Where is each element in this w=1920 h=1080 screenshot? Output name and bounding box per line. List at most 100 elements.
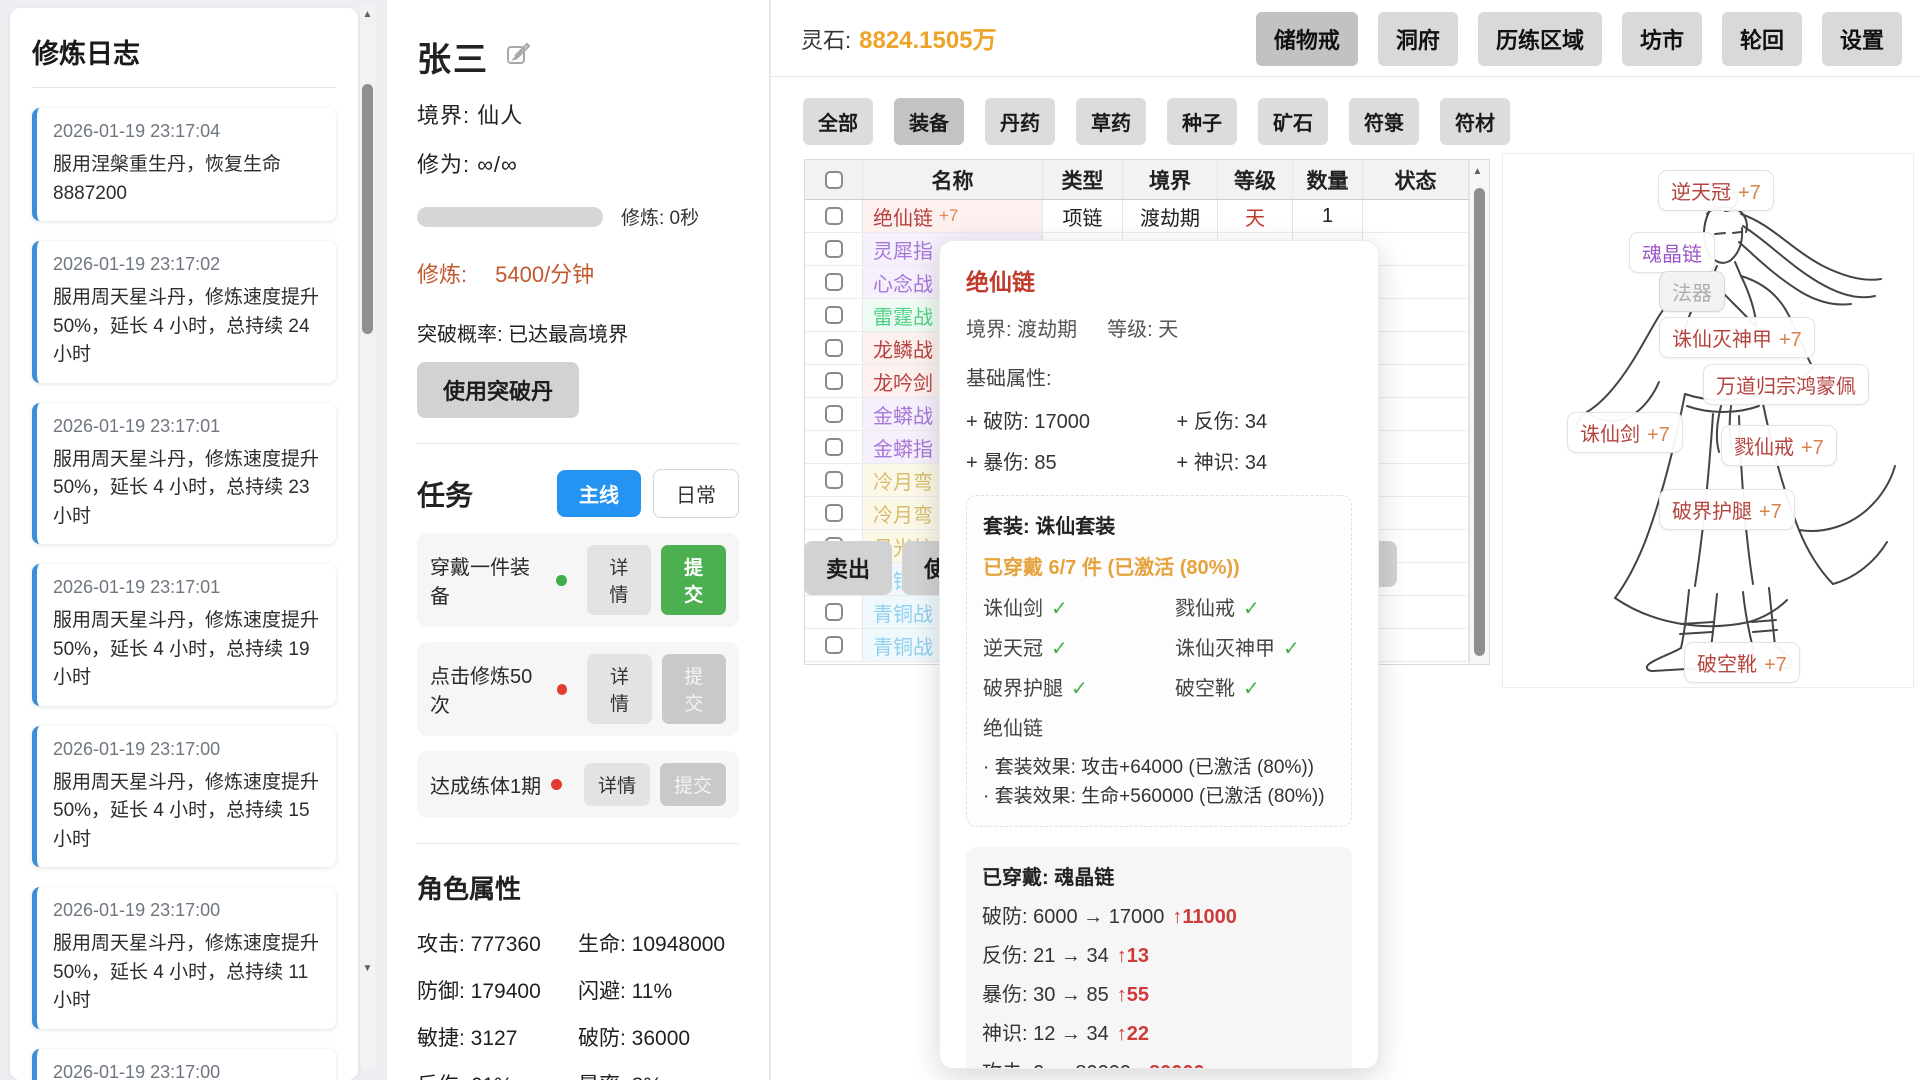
equip-enhance-level: +7: [1764, 654, 1787, 676]
equip-label-诛仙剑[interactable]: 诛仙剑+7: [1567, 412, 1683, 453]
task-detail-button[interactable]: 详情: [587, 654, 651, 724]
compare-stat: 破防: 6000 → 17000: [982, 906, 1164, 928]
tooltip-base-stats: + 破防: 17000+ 反伤: 34+ 暴伤: 85+ 神识: 34: [966, 405, 1352, 475]
equip-label-法器[interactable]: 法器: [1659, 271, 1725, 312]
filter-button-全部[interactable]: 全部: [803, 98, 873, 145]
row-checkbox[interactable]: [825, 306, 843, 324]
equip-enhance-level: +7: [1759, 501, 1782, 523]
nav-button-历练区域[interactable]: 历练区域: [1478, 12, 1602, 66]
log-entry-time: 2026-01-19 23:17:02: [53, 254, 320, 275]
equip-enhance-level: +7: [1738, 182, 1761, 204]
equip-label-text: 破界护腿: [1672, 501, 1752, 523]
row-checkbox[interactable]: [825, 603, 843, 621]
row-checkbox-cell: [805, 629, 863, 661]
row-checkbox[interactable]: [825, 504, 843, 522]
item-name: 青铜战: [873, 631, 933, 660]
attribute-反伤: 反伤: 61%: [417, 1069, 578, 1080]
equip-label-破界护腿[interactable]: 破界护腿 +7: [1659, 489, 1795, 530]
nav-button-坊市[interactable]: 坊市: [1622, 12, 1702, 66]
row-checkbox-cell: [805, 266, 863, 298]
row-checkbox[interactable]: [825, 339, 843, 357]
task-detail-button[interactable]: 详情: [584, 763, 650, 806]
equip-label-text: 诛仙剑: [1580, 424, 1640, 446]
equip-label-魂晶链[interactable]: 魂晶链: [1629, 232, 1715, 273]
equip-label-text: 诛仙灭神甲: [1672, 329, 1772, 351]
row-checkbox-cell: [805, 365, 863, 397]
column-header-名称: 名称: [863, 160, 1043, 199]
row-checkbox-cell: [805, 431, 863, 463]
filter-button-丹药[interactable]: 丹药: [985, 98, 1055, 145]
sell-button[interactable]: 卖出: [804, 541, 892, 595]
log-entry: 2026-01-19 23:17:00服用周天星斗丹，修炼速度提升: [32, 1049, 336, 1080]
scroll-up-icon[interactable]: ▲: [360, 9, 375, 20]
compare-delta: ↑55: [1117, 984, 1149, 1006]
row-checkbox[interactable]: [825, 207, 843, 225]
log-scrollbar[interactable]: ▲ ▼: [360, 4, 375, 1069]
set-worn-status: 已穿戴 6/7 件 (已激活 (80%)): [983, 551, 1335, 580]
row-checkbox-cell: [805, 596, 863, 628]
set-piece-绝仙链: 绝仙链: [983, 712, 1175, 741]
inventory-scrollbar[interactable]: ▲: [1469, 160, 1489, 664]
equip-label-万道归宗鸿蒙佩[interactable]: 万道归宗鸿蒙佩: [1703, 364, 1869, 405]
task-submit-button[interactable]: 提交: [660, 763, 726, 806]
task-detail-button[interactable]: 详情: [587, 545, 652, 615]
set-piece-诛仙灭神甲: 诛仙灭神甲✓: [1175, 632, 1335, 661]
task-submit-button[interactable]: 提交: [661, 545, 726, 615]
task-status-dot: [556, 575, 567, 586]
set-effect: · 套装效果: 攻击+64000 (已激活 (80%)): [983, 753, 1335, 782]
set-piece-name: 逆天冠: [983, 638, 1043, 660]
row-checkbox[interactable]: [825, 240, 843, 258]
row-checkbox[interactable]: [825, 273, 843, 291]
set-effects: · 套装效果: 攻击+64000 (已激活 (80%))· 套装效果: 生命+5…: [983, 753, 1335, 812]
category-filters: 全部装备丹药草药种子矿石符箓符材: [803, 98, 1510, 145]
row-checkbox[interactable]: [825, 438, 843, 456]
equip-label-诛仙灭神甲[interactable]: 诛仙灭神甲+7: [1659, 317, 1815, 358]
row-checkbox[interactable]: [825, 636, 843, 654]
row-checkbox-cell: [805, 464, 863, 496]
filter-button-种子[interactable]: 种子: [1167, 98, 1237, 145]
equip-label-破空靴[interactable]: 破空靴+7: [1684, 642, 1800, 683]
nav-button-轮回[interactable]: 轮回: [1722, 12, 1802, 66]
column-header-数量: 数量: [1293, 160, 1363, 199]
item-name: 龙吟剑: [873, 367, 933, 396]
log-entry: 2026-01-19 23:17:01服用周天星斗丹，修炼速度提升 50%，延长…: [32, 564, 336, 706]
breakthrough-pill-button[interactable]: 使用突破丹: [417, 362, 579, 418]
log-entries: 2026-01-19 23:17:04服用涅槃重生丹，恢复生命 88872002…: [32, 108, 336, 1080]
task-list: 穿戴一件装备详情提交点击修炼50次详情提交达成练体1期详情提交: [417, 533, 739, 818]
item-type: 项链: [1043, 200, 1123, 232]
tooltip-stat: + 神识: 34: [1177, 446, 1352, 475]
log-entry-time: 2026-01-19 23:17:04: [53, 121, 320, 142]
nav-button-洞府[interactable]: 洞府: [1378, 12, 1458, 66]
filter-button-符材[interactable]: 符材: [1440, 98, 1510, 145]
row-checkbox[interactable]: [825, 471, 843, 489]
inventory-row[interactable]: 绝仙链+7项链渡劫期天1: [805, 200, 1469, 233]
row-checkbox[interactable]: [825, 372, 843, 390]
equip-label-逆天冠[interactable]: 逆天冠+7: [1658, 170, 1774, 211]
task-card: 达成练体1期详情提交: [417, 751, 739, 818]
filter-button-草药[interactable]: 草药: [1076, 98, 1146, 145]
edit-name-icon[interactable]: [505, 41, 531, 72]
main-area: 灵石:8824.1505万 储物戒洞府历练区域坊市轮回设置 全部装备丹药草药种子…: [771, 0, 1920, 1080]
top-nav: 储物戒洞府历练区域坊市轮回设置: [1256, 12, 1902, 66]
equip-label-text: 戮仙戒: [1734, 437, 1794, 459]
filter-button-符箓[interactable]: 符箓: [1349, 98, 1419, 145]
rate-value: 5400/分钟: [495, 257, 594, 289]
row-checkbox[interactable]: [825, 405, 843, 423]
nav-button-设置[interactable]: 设置: [1822, 12, 1902, 66]
nav-button-储物戒[interactable]: 储物戒: [1256, 12, 1358, 66]
tooltip-set-box: 套装: 诛仙套装 已穿戴 6/7 件 (已激活 (80%)) 诛仙剑✓戮仙戒✓逆…: [966, 495, 1352, 827]
filter-button-装备[interactable]: 装备: [894, 98, 964, 145]
set-piece-name: 诛仙灭神甲: [1175, 638, 1275, 660]
scroll-down-icon[interactable]: ▼: [360, 963, 375, 974]
scroll-up-icon[interactable]: ▲: [1470, 166, 1485, 177]
filter-button-矿石[interactable]: 矿石: [1258, 98, 1328, 145]
tab-main-quest[interactable]: 主线: [557, 470, 641, 517]
tooltip-item-grade: 等级: 天: [1107, 313, 1178, 342]
task-status-dot: [557, 684, 568, 695]
equip-label-戮仙戒[interactable]: 戮仙戒+7: [1721, 425, 1837, 466]
log-scrollbar-thumb[interactable]: [362, 84, 373, 334]
select-all-checkbox[interactable]: [825, 171, 843, 189]
tab-daily-quest[interactable]: 日常: [653, 469, 739, 518]
task-submit-button[interactable]: 提交: [662, 654, 726, 724]
inventory-scrollbar-thumb[interactable]: [1474, 188, 1485, 656]
